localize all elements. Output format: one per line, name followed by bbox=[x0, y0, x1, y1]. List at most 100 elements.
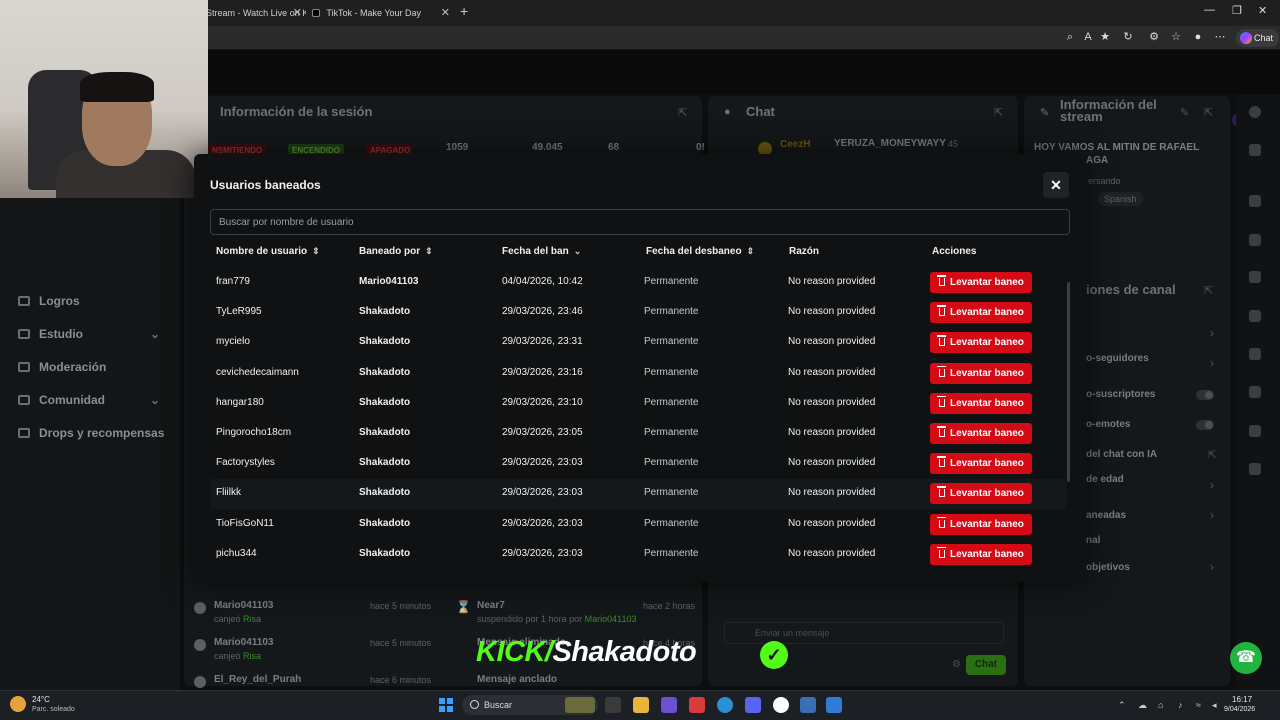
column-header-username[interactable]: Nombre de usuario ⇕ bbox=[216, 246, 320, 257]
channel-setting[interactable]: de edad bbox=[1086, 474, 1124, 485]
edit-icon[interactable]: ✎ bbox=[1180, 106, 1189, 119]
external-link-icon[interactable]: ⇱ bbox=[1208, 450, 1216, 461]
chevron-right-icon[interactable]: › bbox=[1210, 560, 1214, 574]
channel-setting[interactable]: o-emotes bbox=[1086, 419, 1130, 430]
document-app-icon[interactable] bbox=[800, 697, 816, 713]
extensions-icon[interactable]: ⚙ bbox=[1148, 31, 1160, 43]
toggle-switch[interactable] bbox=[1196, 420, 1214, 430]
volume-icon[interactable]: ◂ bbox=[1212, 700, 1217, 711]
chevron-right-icon[interactable]: › bbox=[1210, 356, 1214, 370]
network-icon[interactable]: ⌂ bbox=[1158, 700, 1163, 710]
sidebar-item-estudio[interactable]: Estudio ⌄ bbox=[18, 327, 160, 341]
chat-message-input[interactable]: Enviar un mensaje bbox=[724, 622, 1004, 644]
channel-setting[interactable]: aneadas bbox=[1086, 510, 1126, 521]
close-tab-icon[interactable]: ✕ bbox=[441, 2, 450, 24]
weather-temp[interactable]: 24°C bbox=[32, 695, 50, 704]
unban-button[interactable]: Levantar baneo bbox=[930, 423, 1032, 444]
table-row: Factorystyles Shakadoto 29/03/2026, 23:03 P… bbox=[210, 449, 1066, 479]
close-window-icon[interactable]: ✕ bbox=[1258, 4, 1267, 17]
pdf-app-icon[interactable] bbox=[689, 697, 705, 713]
unban-button[interactable]: Levantar baneo bbox=[930, 302, 1032, 324]
sidebar-item-moderacion[interactable]: Moderación bbox=[18, 360, 106, 374]
onedrive-icon[interactable]: ☁ bbox=[1138, 700, 1147, 711]
layers-icon[interactable] bbox=[1249, 386, 1261, 398]
unban-button[interactable]: Levantar baneo bbox=[930, 483, 1032, 505]
windows-start-icon[interactable] bbox=[439, 698, 453, 712]
profile-icon[interactable]: ● bbox=[1192, 31, 1204, 43]
copilot-icon[interactable] bbox=[661, 697, 677, 713]
new-tab-button[interactable]: + bbox=[460, 3, 468, 19]
wrench-icon[interactable] bbox=[1249, 425, 1261, 437]
browser-tab-kick[interactable]: Stream - Watch Live on K ✕ bbox=[206, 2, 306, 24]
column-header-unban-date[interactable]: Fecha del desbaneo ⇕ bbox=[646, 246, 754, 257]
microphone-icon[interactable]: ♪ bbox=[1178, 700, 1183, 710]
more-menu-icon[interactable]: ⋯ bbox=[1214, 31, 1226, 43]
column-header-banned-by[interactable]: Baneado por ⇕ bbox=[359, 246, 433, 257]
read-aloud-icon[interactable]: A bbox=[1082, 31, 1094, 43]
channel-setting[interactable]: o-seguidores bbox=[1086, 353, 1149, 364]
cell-banned-by: Shakadoto bbox=[359, 427, 411, 438]
settings-gear-icon[interactable]: ⚙ bbox=[952, 659, 961, 670]
browser-tab-tiktok[interactable]: TikTok - Make Your Day ✕ bbox=[306, 2, 454, 24]
channel-setting[interactable]: nal bbox=[1086, 535, 1100, 546]
popout-icon[interactable]: ⇱ bbox=[1204, 284, 1213, 297]
maximize-icon[interactable]: ❐ bbox=[1232, 4, 1242, 17]
edge-icon[interactable] bbox=[717, 697, 733, 713]
wifi-icon[interactable]: ≈ bbox=[1196, 700, 1201, 710]
copilot-chat-button[interactable]: Chat bbox=[1236, 29, 1280, 47]
channel-setting[interactable]: objetivos bbox=[1086, 562, 1130, 573]
clock-time[interactable]: 16:17 bbox=[1232, 695, 1252, 704]
close-tab-icon[interactable]: ✕ bbox=[293, 2, 302, 24]
edit-icon[interactable] bbox=[1249, 144, 1261, 156]
document-icon[interactable] bbox=[1249, 271, 1261, 283]
weather-sun-icon[interactable] bbox=[10, 696, 26, 712]
refresh-icon[interactable]: ↻ bbox=[1122, 31, 1134, 43]
broadcast-icon[interactable] bbox=[1249, 348, 1261, 360]
chevron-right-icon[interactable]: › bbox=[1210, 508, 1214, 522]
unban-button[interactable]: Levantar baneo bbox=[930, 392, 1032, 414]
scrollbar-thumb[interactable] bbox=[1067, 282, 1070, 482]
tray-chevron-icon[interactable]: ⌃ bbox=[1118, 700, 1126, 711]
sidebar-item-comunidad[interactable]: Comunidad ⌄ bbox=[18, 393, 160, 407]
minimize-icon[interactable]: — bbox=[1204, 4, 1215, 16]
sidebar-item-logros[interactable]: Logros bbox=[18, 294, 80, 308]
obs-icon[interactable] bbox=[773, 697, 789, 713]
close-icon[interactable]: ✕ bbox=[1043, 172, 1069, 198]
chat-icon[interactable] bbox=[1249, 310, 1261, 322]
target-icon[interactable] bbox=[1249, 195, 1261, 207]
zoom-icon[interactable]: ⌕ bbox=[1064, 31, 1076, 43]
sort-icon: ⇕ bbox=[425, 246, 433, 256]
chat-send-button[interactable]: Chat bbox=[966, 655, 1006, 675]
unban-button[interactable]: Levantar baneo bbox=[930, 513, 1032, 535]
chevron-right-icon[interactable]: › bbox=[1210, 478, 1214, 492]
unban-button[interactable]: Levantar baneo bbox=[930, 272, 1032, 293]
channel-setting[interactable]: del chat con IA bbox=[1086, 449, 1157, 460]
lightning-icon[interactable] bbox=[1249, 234, 1261, 246]
weather-desc[interactable]: Parc. soleado bbox=[32, 706, 75, 713]
discord-icon[interactable] bbox=[745, 697, 761, 713]
cell-unban-date: Permanente bbox=[644, 306, 699, 318]
popout-icon[interactable]: ⇱ bbox=[678, 106, 687, 119]
chevron-right-icon[interactable]: › bbox=[1210, 326, 1214, 340]
unban-button[interactable]: Levantar baneo bbox=[930, 453, 1032, 475]
info-icon[interactable] bbox=[1249, 106, 1261, 118]
cell-unban-date: Permanente bbox=[644, 396, 699, 408]
toggle-switch[interactable] bbox=[1196, 390, 1214, 400]
popout-icon[interactable]: ⇱ bbox=[994, 106, 1003, 119]
unban-button[interactable]: Levantar baneo bbox=[930, 362, 1032, 384]
favorite-star-icon[interactable]: ★ bbox=[1099, 31, 1111, 43]
clock-date[interactable]: 9/04/2026 bbox=[1224, 706, 1255, 713]
unban-button[interactable]: Levantar baneo bbox=[930, 543, 1032, 565]
calculator-icon[interactable] bbox=[826, 697, 842, 713]
sidebar-item-drops[interactable]: Drops y recompensas bbox=[18, 426, 164, 440]
popout-icon[interactable]: ⇱ bbox=[1204, 106, 1213, 119]
favorites-icon[interactable]: ☆ bbox=[1170, 31, 1182, 43]
column-header-ban-date[interactable]: Fecha del ban ⌄ bbox=[502, 246, 581, 257]
unban-button[interactable]: Levantar baneo bbox=[930, 332, 1032, 354]
file-explorer-icon[interactable] bbox=[633, 697, 649, 713]
search-input[interactable] bbox=[210, 209, 1070, 235]
task-view-icon[interactable] bbox=[605, 697, 621, 713]
channel-setting[interactable]: o-suscriptores bbox=[1086, 389, 1155, 400]
group-icon[interactable] bbox=[1249, 463, 1261, 475]
support-chat-icon[interactable]: ☎ bbox=[1230, 642, 1262, 674]
